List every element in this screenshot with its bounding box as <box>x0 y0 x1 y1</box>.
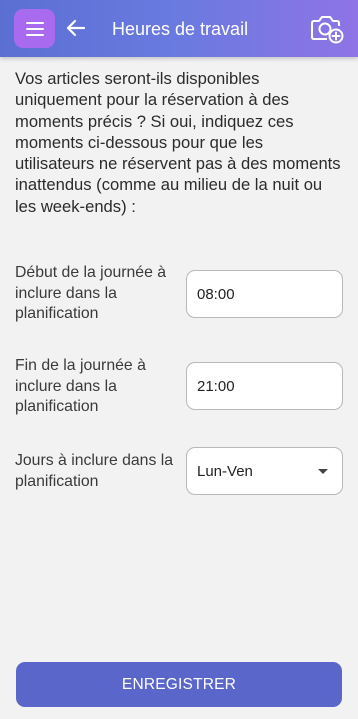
camera-add-icon <box>311 16 344 44</box>
arrow-left-icon <box>66 19 86 37</box>
start-time-input[interactable]: 08:00 <box>186 270 343 318</box>
app-screen: Heures de travail Vos articles seront-il… <box>0 0 358 719</box>
end-time-value: 21:00 <box>197 377 235 395</box>
page-title: Heures de travail <box>112 19 249 39</box>
camera-add-button[interactable] <box>309 11 345 45</box>
hamburger-menu-icon <box>25 21 44 36</box>
save-button[interactable]: ENREGISTRER <box>16 662 342 707</box>
app-header: Heures de travail <box>0 0 358 57</box>
end-time-input[interactable]: 21:00 <box>186 362 343 410</box>
start-time-label: Début de la journée à inclure dans la pl… <box>15 264 167 322</box>
end-time-label: Fin de la journée à inclure dans la plan… <box>15 357 146 415</box>
caret-down-icon <box>318 468 328 474</box>
start-time-value: 08:00 <box>197 285 235 303</box>
days-selected-value: Lun-Ven <box>197 462 253 480</box>
intro-description: Vos articles seront-ils disponibles uniq… <box>15 69 341 216</box>
back-button[interactable] <box>64 16 88 40</box>
days-select[interactable]: Lun-Ven <box>186 447 343 495</box>
menu-button[interactable] <box>14 9 55 48</box>
days-label: Jours à inclure dans la planification <box>15 452 174 490</box>
